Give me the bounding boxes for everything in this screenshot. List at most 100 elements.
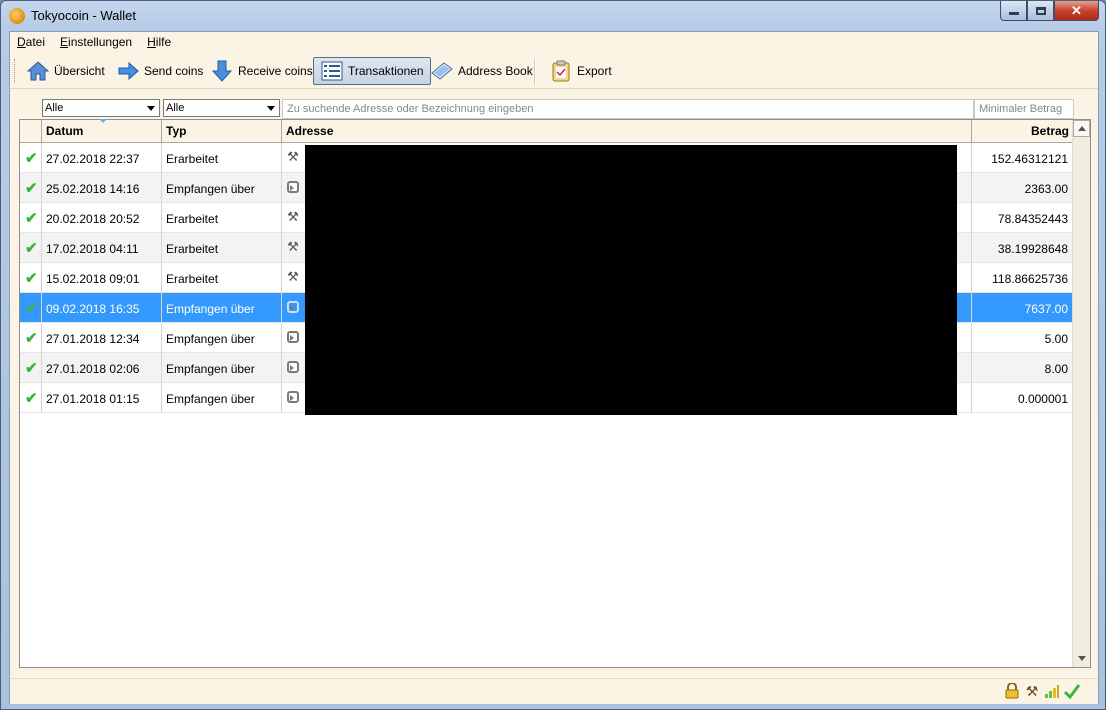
maximize-icon [1035,6,1046,15]
redacted-addresses [305,145,957,415]
row-date: 27.01.2018 02:06 [42,353,162,383]
date-column-header[interactable]: Datum [42,119,162,142]
home-icon [26,60,50,82]
row-amount: 8.00 [1044,362,1068,376]
scroll-down-icon[interactable] [1073,650,1090,667]
toolbar-separator [534,59,536,85]
title-bar[interactable]: Tokyocoin - Wallet ✕ [1,1,1105,31]
menu-accelerator: D [17,35,26,49]
table-header: Datum Typ Adresse Betrag [20,119,1072,143]
window-title: Tokyocoin - Wallet [31,8,136,23]
row-type: Empfangen über [162,353,282,383]
menu-datei[interactable]: Datei [10,32,53,53]
type-filter-value: Alle [166,102,185,114]
confirmed-check-icon: ✔ [20,203,42,233]
synced-check-icon[interactable] [1064,683,1080,699]
export-label: Export [577,64,612,78]
client-area: Datei Einstellungen Hilfe Übersicht Send… [9,31,1099,704]
row-amount: 38.19928648 [997,242,1068,256]
sort-descending-icon [99,119,107,123]
receive-icon [286,180,300,194]
toolbar: Übersicht Send coins Receive coins Trans… [10,53,1098,89]
confirmed-check-icon: ✔ [20,263,42,293]
row-date: 17.02.2018 04:11 [42,233,162,263]
toolbar-grip[interactable] [14,59,17,83]
row-type: Erarbeitet [162,263,282,293]
confirmed-check-icon: ✔ [20,353,42,383]
confirmed-check-icon: ✔ [20,143,42,173]
amount-column-header[interactable]: Betrag [972,120,1072,142]
address-column-header[interactable]: Adresse [282,120,972,142]
date-filter-select[interactable]: Alle [42,99,160,117]
overview-label: Übersicht [54,64,105,78]
row-date: 27.01.2018 01:15 [42,383,162,413]
row-date: 15.02.2018 09:01 [42,263,162,293]
export-button[interactable]: Export [543,57,618,85]
app-window: Tokyocoin - Wallet ✕ Datei Einstellungen… [0,0,1106,710]
type-column-header[interactable]: Typ [162,120,282,142]
transactions-table: Datum Typ Adresse Betrag ✔ 27.02.2018 22… [19,119,1091,668]
row-amount: 5.00 [1044,332,1068,346]
row-amount: 78.84352443 [997,212,1068,226]
date-filter-value: Alle [45,102,64,114]
row-amount: 2363.00 [1024,182,1068,196]
row-date: 25.02.2018 14:16 [42,173,162,203]
lock-icon[interactable] [1004,683,1020,699]
receive-coins-button[interactable]: Receive coins [204,57,319,85]
row-date: 27.02.2018 22:37 [42,143,162,173]
date-header-label: Datum [46,124,84,138]
address-book-button[interactable]: Address Book [424,57,539,85]
confirmed-check-icon: ✔ [20,293,42,323]
confirmed-check-icon: ✔ [20,233,42,263]
close-button[interactable]: ✕ [1054,1,1099,21]
row-date: 09.02.2018 16:35 [42,293,162,323]
clipboard-icon [549,60,573,82]
type-filter-select[interactable]: Alle [163,99,280,117]
menu-hilfe[interactable]: Hilfe [140,32,179,53]
scroll-up-icon[interactable] [1073,120,1090,137]
overview-button[interactable]: Übersicht [20,57,111,85]
row-type: Erarbeitet [162,143,282,173]
row-type: Erarbeitet [162,203,282,233]
transactions-label: Transaktionen [348,64,424,78]
send-coins-button[interactable]: Send coins [110,57,209,85]
menu-accelerator: E [60,35,69,49]
address-search-input[interactable]: Zu suchende Adresse oder Bezeichnung ein… [282,99,974,119]
min-amount-input[interactable]: Minimaler Betrag [974,99,1074,119]
row-amount: 152.46312121 [991,152,1068,166]
mining-hammer-icon: ⚒ [287,209,299,224]
vertical-scrollbar[interactable] [1072,120,1090,667]
address-book-label: Address Book [458,64,533,78]
menu-label: atei [25,35,46,49]
address-header-label: Adresse [286,124,334,138]
confirmed-check-icon: ✔ [20,383,42,413]
menu-einstellungen[interactable]: Einstellungen [53,32,140,53]
amount-header-label: Betrag [1030,124,1069,138]
connections-icon[interactable] [1044,683,1060,699]
menu-bar: Datei Einstellungen Hilfe [10,32,1098,53]
row-type: Empfangen über [162,383,282,413]
row-type: Empfangen über [162,173,282,203]
receive-icon [286,330,300,344]
row-date: 27.01.2018 12:34 [42,323,162,353]
transactions-button[interactable]: Transaktionen [313,57,431,85]
mining-icon[interactable]: ⚒ [1024,683,1040,699]
row-date: 20.02.2018 20:52 [42,203,162,233]
mining-hammer-icon: ⚒ [287,239,299,254]
list-icon [320,60,344,82]
maximize-button[interactable] [1027,1,1054,21]
caption-buttons: ✕ [1000,1,1099,21]
receive-icon [286,300,300,314]
confirmed-check-icon: ✔ [20,173,42,203]
tokyocoin-logo-icon [9,8,25,24]
arrow-down-icon [210,60,234,82]
receive-icon [286,390,300,404]
row-amount: 7637.00 [1024,302,1068,316]
row-amount: 0.000001 [1017,392,1068,406]
row-amount: 118.86625736 [992,272,1068,286]
minimize-icon [1008,12,1019,15]
status-column-header[interactable] [20,120,42,142]
confirmed-check-icon: ✔ [20,323,42,353]
mining-hammer-icon: ⚒ [287,269,299,284]
minimize-button[interactable] [1000,1,1027,21]
